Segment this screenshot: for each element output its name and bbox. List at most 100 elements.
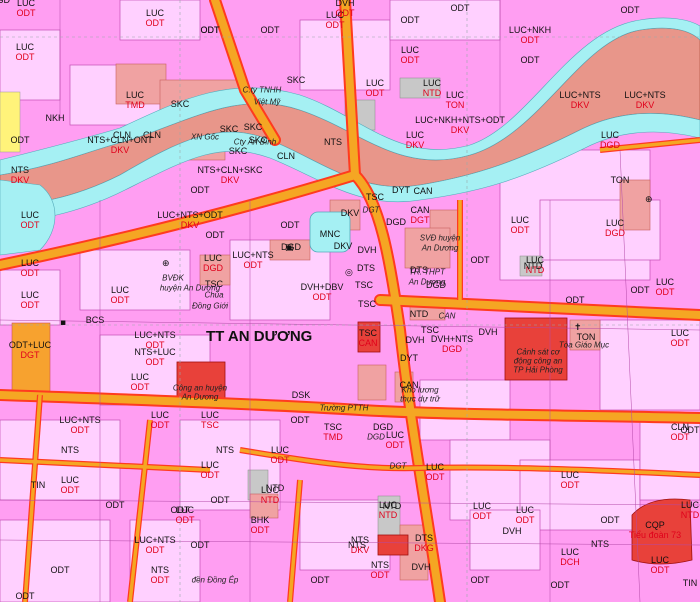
land-use-code: LUC+NTS — [134, 330, 176, 340]
land-use-code: LUC — [20, 258, 39, 268]
land-use-code: ODT — [260, 25, 280, 35]
land-use-code: NTD — [382, 501, 402, 511]
land-use-code: LUC+NTS — [134, 535, 176, 545]
land-use-code: TSC — [358, 299, 376, 309]
land-use-map[interactable]: ⊕ ⊕ ◎ ▣ ▪ ✝ TT AN DƯƠNG LUC ODT LUC ODT LUC T… — [0, 0, 700, 602]
planned-use-code: ODT — [335, 8, 355, 18]
land-use-code: TSC — [355, 280, 373, 290]
land-use-code: CAN — [410, 205, 430, 215]
planned-use-code: ODT — [325, 20, 345, 30]
planned-use-code: TMD — [125, 100, 145, 110]
parcel-label: LUC DKV — [406, 130, 425, 150]
parcel-label: LUC NTD — [681, 500, 700, 520]
parcel-label: DVH+DBV ODT — [301, 282, 344, 302]
planned-use-code: ODT — [60, 485, 80, 495]
parcel-label: LUC+NTS ODT — [232, 250, 273, 270]
land-use-code: NTS — [216, 445, 234, 455]
land-use-code: DKV — [333, 241, 353, 251]
parcel-label: LUC ODT — [401, 45, 420, 65]
land-use-code: LUC — [670, 328, 689, 338]
land-use-code: LUC+NTS — [59, 415, 101, 425]
planned-use-code: DGD — [605, 228, 625, 238]
land-use-code: DVH — [502, 526, 522, 536]
land-use-code: LUC — [605, 218, 624, 228]
parcel-label: LUC DGD — [605, 218, 625, 238]
place-name: Tòa Giáo Mục — [558, 340, 610, 350]
planned-use-code: DGD — [203, 263, 223, 273]
planned-use-code: DKV — [220, 175, 240, 185]
parcel-label: NTS DKV — [11, 165, 30, 185]
land-use-code: ODT — [520, 55, 540, 65]
land-use-code: LUC — [405, 130, 425, 140]
land-use-code: LUC — [425, 462, 444, 472]
planned-use-code: ODT — [560, 480, 580, 490]
parcel-label: NTS+LUC ODT — [134, 347, 175, 367]
planned-use-code: DKV — [180, 220, 200, 230]
land-use-code: ODT — [470, 255, 490, 265]
parcel-label: LUC ODT — [61, 475, 80, 495]
parcel-label: LUC+NTS DKV — [559, 90, 600, 110]
land-use-code: TON — [610, 175, 630, 185]
land-use-code: SKC — [286, 75, 306, 85]
place-name: DGT — [389, 461, 407, 471]
parcel-label: ODT+LUC DGT — [9, 340, 51, 360]
land-use-code: LUC — [560, 470, 579, 480]
parcel-label: LUC ODT — [111, 285, 130, 305]
land-use-code: NTS — [591, 539, 609, 549]
planned-use-code: ODT — [110, 295, 130, 305]
land-use-code: LUC — [15, 42, 34, 52]
land-use-code: DVH — [405, 335, 425, 345]
land-use-code: NTS+LUC — [134, 347, 176, 357]
land-use-code: LUC+NKH — [508, 25, 552, 35]
parcel-label: LUC DGD — [600, 130, 620, 150]
land-use-code: NTD — [523, 261, 543, 271]
land-use-code: NTS — [324, 137, 342, 147]
parcel-label: LUC ODT — [671, 328, 690, 348]
land-use-code: LUC+NKH+NTS+ODT — [415, 115, 505, 125]
planned-use-code: TSC — [200, 420, 219, 430]
place-name: Công an huyện — [172, 383, 228, 393]
place-name: Chùa — [204, 290, 224, 300]
parcel-label: LUC ODT — [201, 460, 220, 480]
land-use-code: NTD — [409, 309, 429, 319]
land-use-code: DSK — [291, 390, 311, 400]
parcel-label: CAN DGT — [410, 205, 429, 225]
land-use-code: ODT — [190, 185, 210, 195]
planned-use-code: DGD — [600, 140, 620, 150]
land-use-code: ODT — [190, 540, 210, 550]
parcel-label: LUC ODT — [516, 505, 535, 525]
land-use-code: ODT — [105, 500, 125, 510]
land-use-code: DVH — [411, 562, 431, 572]
land-use-code: LUC+NTS — [559, 90, 601, 100]
parcel-label: LUC ODT — [651, 555, 670, 575]
place-name: XN Gốc — [190, 132, 220, 142]
land-use-code: NTS+CLN+SKC — [197, 165, 263, 175]
land-use-code: LUC+NTS — [232, 250, 274, 260]
parcel-label: BHK ODT — [251, 515, 270, 535]
land-use-code: NTD — [265, 483, 285, 493]
planned-use-code: CAN — [358, 338, 378, 348]
land-use-code: DYT — [392, 185, 410, 195]
place-name: DGT — [362, 205, 380, 215]
land-use-code: TSC — [421, 325, 439, 335]
parcel-label: LUC TMD — [125, 90, 145, 110]
land-use-code: CQP — [645, 520, 665, 530]
planned-use-code: ODT — [200, 470, 220, 480]
planned-use-code: ODT — [150, 575, 170, 585]
planned-use-code: DGT — [20, 350, 40, 360]
parcel-label: LUC+NTS+ODT DKV — [157, 210, 223, 230]
land-use-code: DGD — [386, 217, 406, 227]
land-use-code: NTS — [151, 565, 169, 575]
parcel-label: LUC ODT — [16, 42, 35, 62]
place-name: Cty An Bình — [233, 137, 277, 147]
land-use-code: NTS — [371, 560, 389, 570]
land-use-code: LUC — [365, 78, 384, 88]
land-use-code: CLN — [276, 151, 296, 161]
hospital-icon: ⊕ — [162, 259, 170, 269]
land-use-code: LUC — [445, 90, 464, 100]
land-use-code: TSC — [324, 422, 342, 432]
land-use-code: NKH — [45, 113, 65, 123]
planned-use-code: DKV — [570, 100, 590, 110]
land-use-code: ODT — [280, 220, 300, 230]
planned-use-code: ODT — [472, 511, 492, 521]
